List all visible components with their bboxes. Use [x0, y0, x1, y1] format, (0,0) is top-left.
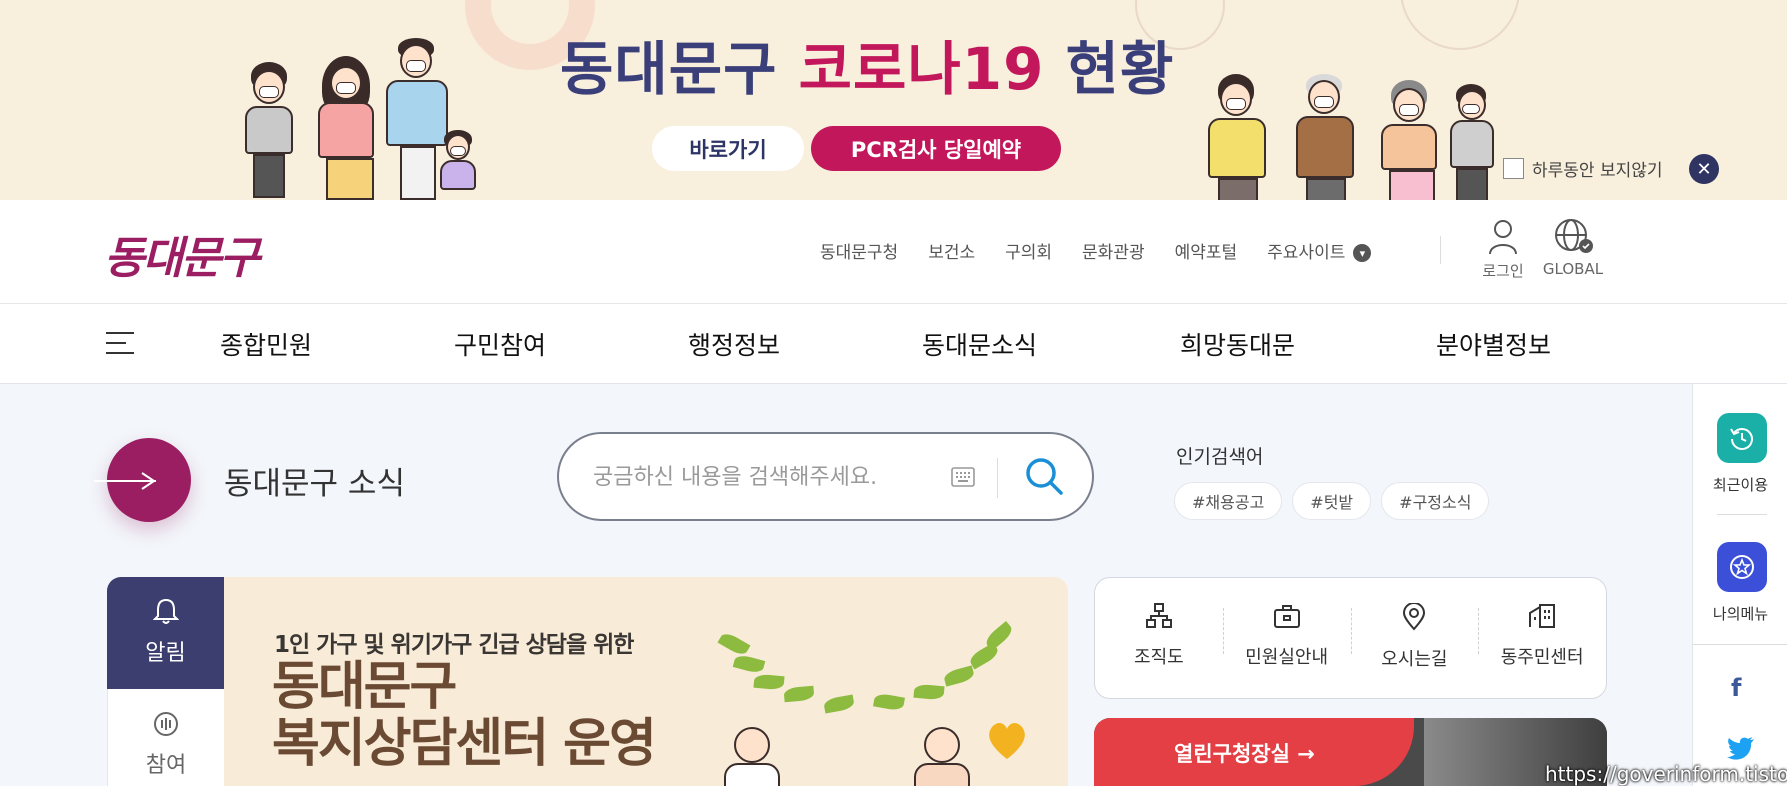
citizen-illustration — [914, 727, 974, 786]
participation-icon — [154, 712, 178, 736]
util-link-gucheong[interactable]: 동대문구청 — [820, 238, 898, 263]
side-quick-panel: 최근이용 나의메뉴 f — [1692, 384, 1787, 786]
search-input[interactable] — [593, 460, 913, 494]
nav-item-admin-info[interactable]: 행정정보 — [688, 326, 922, 362]
quick-directions[interactable]: 오시는길 — [1350, 578, 1479, 698]
divider — [1440, 236, 1441, 264]
briefcase-icon — [1273, 605, 1300, 628]
major-sites-label: 주요사이트 — [1267, 243, 1346, 263]
decorative-ring — [1400, 0, 1520, 50]
covid-go-button[interactable]: 바로가기 — [652, 126, 804, 171]
tag-garden[interactable]: #텃밭 — [1292, 482, 1372, 520]
close-banner-icon[interactable]: ✕ — [1689, 154, 1719, 184]
divider — [997, 458, 998, 498]
chevron-down-icon: ▾ — [1353, 244, 1372, 262]
utility-links: 동대문구청 보건소 구의회 문화관광 예약포털 주요사이트 ▾ — [820, 238, 1372, 263]
util-link-major-sites[interactable]: 주요사이트 ▾ — [1267, 238, 1372, 263]
nav-item-participation[interactable]: 구민참여 — [454, 326, 688, 362]
pcr-reservation-button[interactable]: PCR검사 당일예약 — [811, 126, 1061, 171]
login-label: 로그인 — [1482, 262, 1524, 280]
welfare-center-banner[interactable]: 1인 가구 및 위기가구 긴급 상담을 위한 동대문구 복지상담센터 운영 — [224, 577, 1068, 786]
quick-org-chart-label: 조직도 — [1134, 647, 1184, 668]
heart-icon — [989, 722, 1025, 759]
checkbox-square[interactable] — [1503, 158, 1524, 179]
open-mayor-office-label: 열린구청장실 → — [1094, 718, 1414, 786]
tab-alarm-label: 알림 — [145, 641, 186, 666]
nav-item-hope-dongdaemun[interactable]: 희망동대문 — [1180, 326, 1436, 362]
search-button[interactable] — [1019, 452, 1069, 502]
banner-title: 동대문구 코로나19 현황 — [560, 40, 1174, 98]
quick-directions-label: 오시는길 — [1381, 649, 1448, 670]
util-link-council[interactable]: 구의회 — [1005, 238, 1052, 263]
quick-community-center[interactable]: 동주민센터 — [1478, 578, 1606, 698]
search-icon — [1026, 457, 1063, 495]
hide-today-label: 하루동안 보지않기 — [1532, 161, 1663, 181]
counselor-illustration — [724, 727, 784, 786]
star-icon — [1730, 555, 1754, 579]
quick-org-chart[interactable]: 조직도 — [1095, 578, 1223, 698]
search-box — [557, 432, 1094, 521]
facebook-icon[interactable]: f — [1731, 674, 1741, 702]
globe-icon — [1555, 219, 1593, 253]
divider — [1717, 514, 1767, 515]
my-menu-button[interactable] — [1717, 542, 1767, 592]
tab-participation[interactable]: 참여 — [107, 689, 224, 786]
hide-today-checkbox[interactable]: 하루동안 보지않기 — [1503, 156, 1663, 181]
tag-recruitment[interactable]: #채용공고 — [1174, 482, 1283, 520]
org-chart-icon — [1145, 603, 1172, 628]
open-mayor-office-banner[interactable]: 열린구청장실 → — [1094, 718, 1607, 786]
global-button[interactable]: GLOBAL — [1538, 218, 1608, 278]
login-button[interactable]: 로그인 — [1468, 218, 1538, 281]
quick-community-center-label: 동주민센터 — [1500, 647, 1584, 668]
watermark-url: https://goverinform.tistory — [1545, 762, 1787, 786]
tab-alarm[interactable]: 알림 — [107, 577, 224, 689]
building-icon — [1529, 604, 1556, 628]
covid-banner: 동대문구 코로나19 현황 바로가기 PCR검사 당일예약 하루동안 보지않기 … — [0, 0, 1787, 200]
popular-tags: #채용공고 #텃밭 #구정소식 — [1174, 482, 1490, 520]
bell-icon — [152, 598, 179, 624]
recent-use-label: 최근이용 — [1712, 476, 1769, 494]
banner-title-part2: 코로나19 — [798, 35, 1045, 103]
map-pin-icon — [1403, 603, 1426, 631]
tab-participation-label: 참여 — [145, 753, 187, 778]
banner-subtitle: 1인 가구 및 위기가구 긴급 상담을 위한 — [274, 632, 634, 658]
site-header: 동대문구 동대문구청 보건소 구의회 문화관광 예약포털 주요사이트 ▾ 로그인 … — [0, 200, 1787, 304]
main-navigation: 종합민원 구민참여 행정정보 동대문소식 희망동대문 분야별정보 — [0, 304, 1787, 384]
site-logo[interactable]: 동대문구 — [104, 222, 260, 286]
quick-menu-card: 조직도 민원실안내 오시는길 동주민센터 — [1094, 577, 1607, 699]
divider — [1693, 644, 1787, 645]
quick-civil-office[interactable]: 민원실안내 — [1222, 578, 1351, 698]
keyboard-icon[interactable] — [951, 467, 975, 487]
banner-title-part1: 동대문구 — [560, 35, 778, 103]
util-link-reservation-portal[interactable]: 예약포털 — [1175, 238, 1238, 263]
nav-item-news[interactable]: 동대문소식 — [922, 326, 1180, 362]
banner-headline-line2: 복지상담센터 운영 — [272, 714, 657, 775]
banner-headline-line1: 동대문구 — [272, 657, 457, 717]
section-title: 동대문구 소식 — [224, 466, 405, 502]
arrow-right-icon — [94, 472, 156, 490]
tag-district-news[interactable]: #구정소식 — [1381, 482, 1490, 520]
quick-civil-office-label: 민원실안내 — [1245, 647, 1329, 668]
history-icon — [1730, 428, 1753, 450]
banner-headline: 동대문구 복지상담센터 운영 — [272, 657, 657, 775]
my-menu-label: 나의메뉴 — [1712, 605, 1769, 623]
util-link-health-center[interactable]: 보건소 — [928, 238, 975, 263]
nav-items: 종합민원 구민참여 행정정보 동대문소식 희망동대문 분야별정보 — [220, 326, 1576, 362]
util-link-culture-tour[interactable]: 문화관광 — [1082, 238, 1145, 263]
nav-item-field-info[interactable]: 분야별정보 — [1436, 326, 1576, 362]
hamburger-menu-icon[interactable] — [106, 332, 134, 358]
banner-title-part3: 현황 — [1065, 35, 1175, 103]
recent-use-button[interactable] — [1717, 413, 1767, 463]
user-icon — [1489, 220, 1517, 255]
global-label: GLOBAL — [1542, 260, 1604, 278]
nav-item-civil-affairs[interactable]: 종합민원 — [220, 326, 454, 362]
popular-keywords-label: 인기검색어 — [1176, 446, 1264, 468]
